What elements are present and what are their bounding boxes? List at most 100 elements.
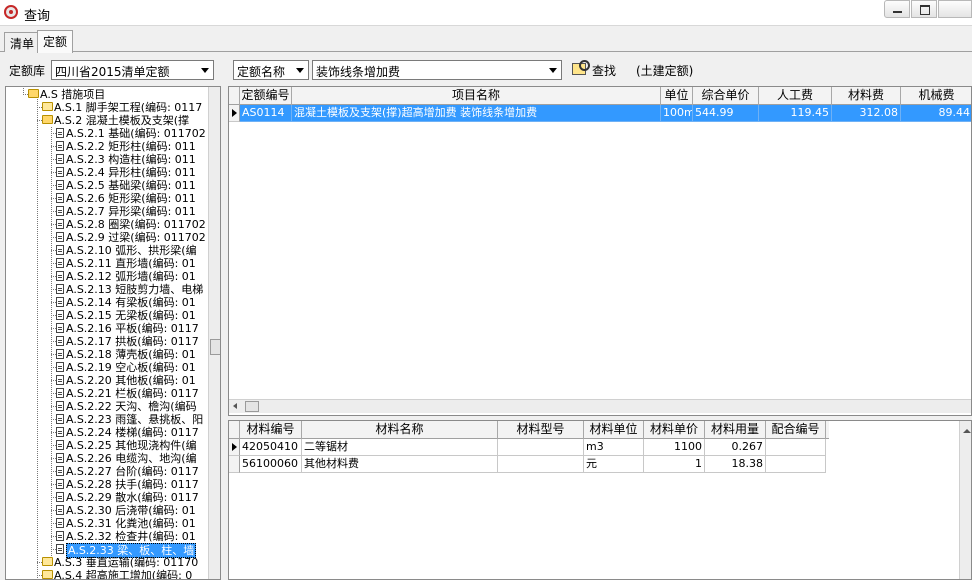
document-icon xyxy=(56,544,64,554)
row-indicator[interactable] xyxy=(229,456,240,473)
material-grid-cell-mix[interactable] xyxy=(766,439,826,456)
row-indicator-header xyxy=(229,87,240,105)
tree-item-label: A.S.2.28 扶手(编码: 0117 xyxy=(66,478,199,491)
quota-grid-hscrollbar[interactable] xyxy=(229,399,971,413)
minimize-button[interactable] xyxy=(884,0,910,18)
material-grid-cell-name[interactable]: 二等锯材 xyxy=(302,439,498,456)
tree-item-label: A.S.2.4 异形柱(编码: 011 xyxy=(66,166,196,179)
category-tree[interactable]: A.S 措施项目 A.S.1 脚手架工程(编码: 0117 A.S.2 混凝土模板及… xyxy=(5,86,221,580)
tree-item-label: A.S.2.14 有梁板(编码: 01 xyxy=(66,296,196,309)
tree-item-label: A.S.2.17 拱板(编码: 0117 xyxy=(66,335,199,348)
document-icon xyxy=(56,284,64,294)
tree-item-label: A.S.2.32 检查井(编码: 01 xyxy=(66,530,196,543)
document-icon xyxy=(56,518,64,528)
material-grid-cell-qty[interactable]: 0.267 xyxy=(705,439,766,456)
quota-grid-column-header[interactable]: 机械费 xyxy=(901,87,971,105)
material-grid-cell-price[interactable]: 1 xyxy=(644,456,705,473)
tree-item-label: A.S.3 垂直运输(编码: 01170 xyxy=(54,556,199,569)
document-icon xyxy=(56,297,64,307)
material-grid-cell-model[interactable] xyxy=(498,456,584,473)
material-grid-cell-code[interactable]: 56100060 xyxy=(240,456,302,473)
tree-item-label: A.S.2.21 栏板(编码: 0117 xyxy=(66,387,199,400)
material-grid-column-header[interactable]: 材料用量 xyxy=(705,421,766,439)
tab-quota[interactable]: 定额 xyxy=(37,30,74,53)
tree-scrollbar[interactable] xyxy=(208,87,220,579)
close-button[interactable] xyxy=(938,0,972,18)
maximize-button[interactable] xyxy=(911,0,937,18)
tab-bill-list[interactable]: 清单 xyxy=(4,32,41,52)
material-grid-cell-model[interactable] xyxy=(498,439,584,456)
material-grid-column-header[interactable]: 材料型号 xyxy=(498,421,584,439)
material-grid-row[interactable]: 42050410 二等锯材 m3 1100 0.267 xyxy=(229,439,826,456)
keyword-input-value: 装饰线条增加费 xyxy=(316,65,401,79)
material-grid-cell-qty[interactable]: 18.38 xyxy=(705,456,766,473)
folder-open-icon xyxy=(28,89,39,98)
material-grid-cell-mix[interactable] xyxy=(766,456,826,473)
quota-grid-row[interactable]: AS0114 混凝土模板及支架(撑)超高增加费 装饰线条增加费 100m 544.99… xyxy=(229,105,971,122)
document-icon xyxy=(56,167,64,177)
quota-grid-cell-material[interactable]: 312.08 xyxy=(832,105,901,122)
document-icon xyxy=(56,401,64,411)
document-icon xyxy=(56,336,64,346)
document-icon xyxy=(56,414,64,424)
document-icon xyxy=(56,271,64,281)
quota-grid-hscroll-thumb[interactable] xyxy=(245,401,259,412)
quota-grid-column-header[interactable]: 单位 xyxy=(661,87,693,105)
quota-grid[interactable]: 定额编号 项目名称 单位 综合单价 人工费 材料费 机械费 AS0114 混凝土模板及支架(撑… xyxy=(228,86,972,416)
material-grid-cell-unit[interactable]: m3 xyxy=(584,439,644,456)
document-icon xyxy=(56,180,64,190)
tree-item-label: A.S.2.6 矩形梁(编码: 011 xyxy=(66,192,196,205)
material-grid-column-header[interactable]: 材料单价 xyxy=(644,421,705,439)
material-grid-vscrollbar[interactable] xyxy=(959,421,971,579)
tree-item-label: A.S.2.29 散水(编码: 0117 xyxy=(66,491,199,504)
tree-item-label: A.S.4 超高施工增加(编码: 0 xyxy=(54,569,193,580)
tree-item-label: A.S.2.9 过梁(编码: 011702 xyxy=(66,231,206,244)
material-grid-column-header[interactable]: 材料编号 xyxy=(240,421,302,439)
current-row-arrow-icon[interactable] xyxy=(229,105,240,122)
library-select[interactable]: 四川省2015清单定额 xyxy=(51,60,214,80)
quota-grid-cell-price[interactable]: 544.99 xyxy=(693,105,759,122)
tree-item-label: A.S.2.15 无梁板(编码: 01 xyxy=(66,309,196,322)
material-grid-column-header[interactable]: 配合编号 xyxy=(766,421,826,439)
document-icon xyxy=(56,531,64,541)
quota-grid-column-header[interactable]: 项目名称 xyxy=(292,87,661,105)
material-grid-cell-code[interactable]: 42050410 xyxy=(240,439,302,456)
document-icon xyxy=(56,505,64,515)
chevron-down-icon xyxy=(201,68,209,73)
material-grid-column-header[interactable]: 材料名称 xyxy=(302,421,498,439)
chevron-down-icon xyxy=(549,68,557,73)
app-icon xyxy=(4,5,18,19)
material-grid-row[interactable]: 56100060 其他材料费 元 1 18.38 xyxy=(229,456,826,473)
tree-item-label: A.S.2.10 弧形、拱形梁(编 xyxy=(66,244,197,257)
quota-grid-cell-labor[interactable]: 119.45 xyxy=(759,105,832,122)
material-grid-cell-unit[interactable]: 元 xyxy=(584,456,644,473)
tree-item-label: A.S.2.8 圈梁(编码: 011702 xyxy=(66,218,206,231)
document-icon xyxy=(56,492,64,502)
quota-grid-cell-unit[interactable]: 100m xyxy=(661,105,693,122)
tree-item-label: A.S.2.12 弧形墙(编码: 01 xyxy=(66,270,196,283)
material-grid-cell-price[interactable]: 1100 xyxy=(644,439,705,456)
current-row-arrow-icon[interactable] xyxy=(229,439,240,456)
quota-grid-cell-code[interactable]: AS0114 xyxy=(240,105,292,122)
tree-item-label: A.S.2.20 其他板(编码: 01 xyxy=(66,374,196,387)
document-icon xyxy=(56,193,64,203)
quota-grid-cell-name[interactable]: 混凝土模板及支架(撑)超高增加费 装饰线条增加费 xyxy=(292,105,661,122)
quota-grid-column-header[interactable]: 材料费 xyxy=(832,87,901,105)
field-select[interactable]: 定额名称 xyxy=(233,60,309,80)
tab-strip: 清单 定额 xyxy=(0,30,972,53)
tree-item-label: A.S.2.23 雨篷、悬挑板、阳 xyxy=(66,413,204,426)
scroll-left-icon[interactable] xyxy=(233,403,237,409)
material-grid-cell-name[interactable]: 其他材料费 xyxy=(302,456,498,473)
keyword-input[interactable]: 装饰线条增加费 xyxy=(312,60,562,80)
tree-scroll-thumb[interactable] xyxy=(210,339,220,355)
tree-item-label: A.S.2.27 台阶(编码: 0117 xyxy=(66,465,199,478)
quota-grid-cell-machine[interactable]: 89.44 xyxy=(901,105,971,122)
material-grid-column-header[interactable]: 材料单位 xyxy=(584,421,644,439)
scroll-up-icon[interactable] xyxy=(963,429,971,433)
quota-grid-column-header[interactable]: 综合单价 xyxy=(693,87,759,105)
tree-item-label: A.S.2.1 基础(编码: 011702 xyxy=(66,127,206,140)
quota-grid-column-header[interactable]: 定额编号 xyxy=(240,87,292,105)
material-grid[interactable]: 材料编号 材料名称 材料型号 材料单位 材料单价 材料用量 配合编号 42050410 二等锯… xyxy=(228,420,972,580)
quota-grid-column-header[interactable]: 人工费 xyxy=(759,87,832,105)
document-icon xyxy=(56,466,64,476)
